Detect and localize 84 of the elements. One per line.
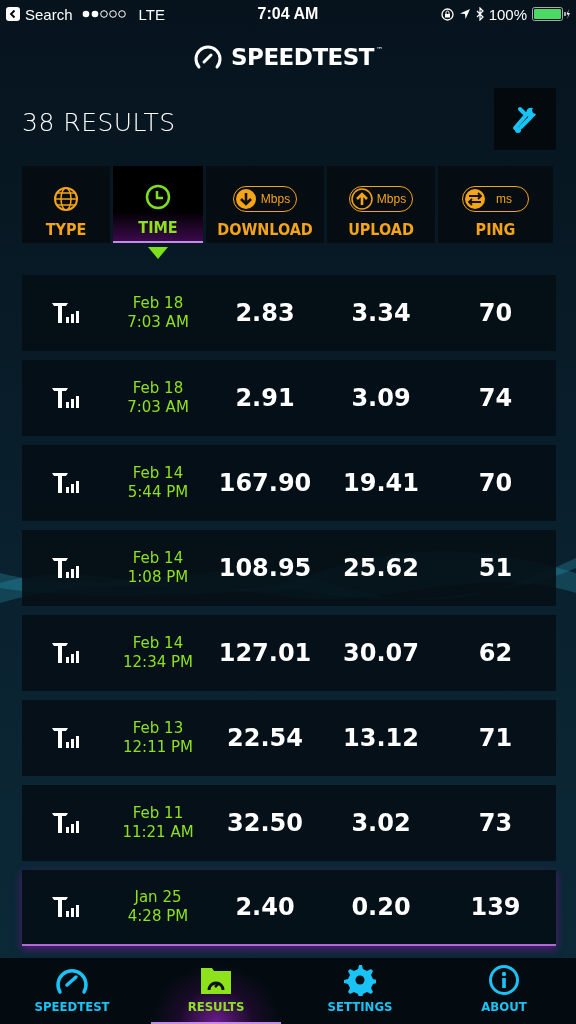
test-date: Feb 14 <box>132 634 184 653</box>
ping-value: 70 <box>478 299 513 327</box>
upload-value: 3.09 <box>351 384 411 412</box>
swap-arrows-icon <box>464 188 486 210</box>
download-value: 2.40 <box>235 893 295 921</box>
test-time: 7:03 AM <box>127 398 189 417</box>
download-value: 127.01 <box>218 639 312 667</box>
clock-time: 7:04 AM <box>257 5 319 23</box>
column-header[interactable]: Mbps DOWNLOAD <box>206 166 324 243</box>
test-time: 12:34 PM <box>123 653 193 672</box>
test-time: 5:44 PM <box>127 483 189 502</box>
gauge-icon <box>192 43 223 71</box>
tab-item[interactable]: SETTINGS <box>295 964 425 1024</box>
result-row[interactable]: Feb 14 12:34 PM 127.01 30.07 62 <box>22 615 556 691</box>
download-value: 2.83 <box>235 299 295 327</box>
info-icon <box>488 964 520 996</box>
test-date: Feb 11 <box>132 804 184 823</box>
tools-icon <box>511 105 539 133</box>
column-header[interactable]: TYPE <box>22 166 110 243</box>
upload-value: 0.20 <box>351 893 411 921</box>
result-row[interactable]: Feb 18 7:03 AM 2.83 3.34 70 <box>22 275 556 351</box>
ping-value: 71 <box>478 724 513 752</box>
clock-icon <box>145 184 171 210</box>
test-time: 1:08 PM <box>127 568 189 587</box>
column-header[interactable]: Mbps UPLOAD <box>327 166 435 243</box>
app-logo: SPEEDTEST <box>230 44 375 70</box>
column-header[interactable]: TIME <box>113 166 203 243</box>
result-row[interactable]: Feb 18 7:03 AM 2.91 3.09 74 <box>22 360 556 436</box>
cellular-icon <box>51 726 81 750</box>
upload-value: 3.02 <box>351 809 411 837</box>
test-time: 12:11 PM <box>123 738 193 757</box>
download-value: 2.91 <box>235 384 295 412</box>
test-date: Feb 18 <box>132 294 184 313</box>
cellular-icon <box>51 471 81 495</box>
download-value: 32.50 <box>227 809 303 837</box>
column-header[interactable]: ms PING <box>438 166 553 243</box>
results-count: 38 RESULTS <box>22 107 176 137</box>
download-value: 167.90 <box>218 469 312 497</box>
battery-icon <box>532 7 570 21</box>
cellular-icon <box>51 301 81 325</box>
settings-icon <box>344 964 376 996</box>
tab-item[interactable]: ABOUT <box>439 964 569 1024</box>
upload-value: 25.62 <box>343 554 419 582</box>
test-time: 4:28 PM <box>127 907 189 926</box>
tools-button[interactable] <box>494 88 556 150</box>
battery-percent: 100% <box>488 5 527 23</box>
upload-value: 19.41 <box>343 469 419 497</box>
ping-value: 51 <box>478 554 513 582</box>
cellular-icon <box>51 895 81 919</box>
upload-value: 3.34 <box>351 299 411 327</box>
upload-value: 13.12 <box>343 724 419 752</box>
test-time: 7:03 AM <box>127 313 189 332</box>
back-icon <box>6 7 20 21</box>
signal-icon <box>81 9 128 19</box>
test-date: Feb 14 <box>132 549 184 568</box>
result-row[interactable]: Feb 13 12:11 PM 22.54 13.12 71 <box>22 700 556 776</box>
cellular-icon <box>51 641 81 665</box>
upload-value: 30.07 <box>343 639 419 667</box>
back-link[interactable]: Search <box>25 5 73 23</box>
ping-value: 73 <box>478 809 513 837</box>
rotation-lock-icon <box>440 7 454 21</box>
cellular-icon <box>51 811 81 835</box>
test-date: Feb 13 <box>132 719 184 738</box>
download-value: 22.54 <box>227 724 303 752</box>
carrier-label: LTE <box>138 5 165 23</box>
tab-item[interactable]: SPEEDTEST <box>7 964 137 1024</box>
ping-value: 139 <box>470 893 521 921</box>
cellular-icon <box>51 556 81 580</box>
location-icon <box>458 8 471 20</box>
ping-value: 70 <box>478 469 513 497</box>
test-date: Jan 25 <box>134 888 182 907</box>
test-time: 11:21 AM <box>122 823 194 842</box>
result-row[interactable]: Feb 14 5:44 PM 167.90 19.41 70 <box>22 445 556 521</box>
result-row[interactable]: Feb 14 1:08 PM 108.95 25.62 51 <box>22 530 556 606</box>
sort-indicator-icon <box>148 247 168 259</box>
globe-icon <box>53 186 79 212</box>
test-date: Feb 14 <box>132 464 184 483</box>
download-value: 108.95 <box>218 554 312 582</box>
bluetooth-icon <box>475 7 484 21</box>
result-row[interactable]: Feb 11 11:21 AM 32.50 3.02 73 <box>22 785 556 861</box>
ping-value: 62 <box>478 639 513 667</box>
cellular-icon <box>51 386 81 410</box>
test-date: Feb 18 <box>132 379 184 398</box>
ping-value: 74 <box>478 384 513 412</box>
